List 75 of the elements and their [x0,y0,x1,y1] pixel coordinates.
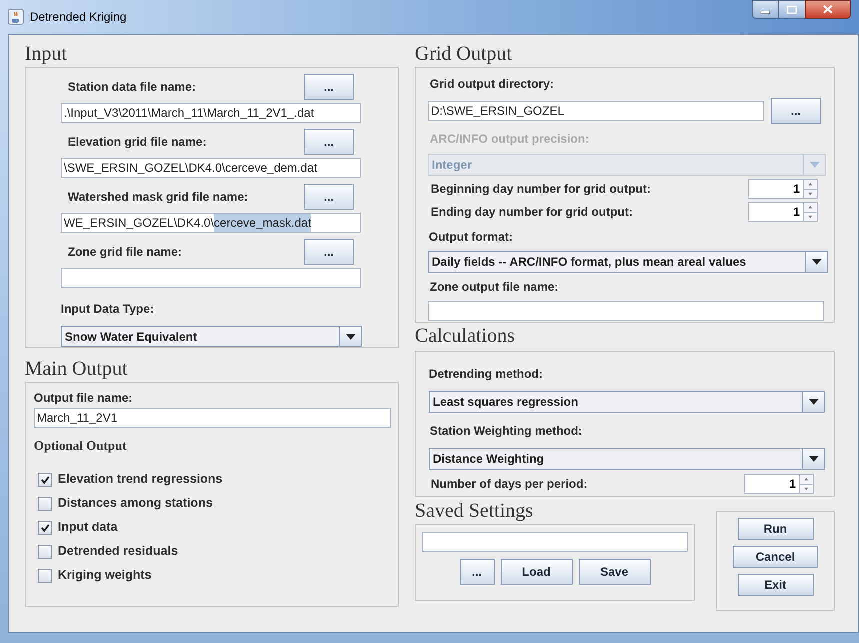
field-label: Ending day number for grid output: [431,204,633,221]
input-field[interactable]: .\Input_V3\2011\March_11\March_11_2V1_.dat [61,103,361,123]
field-label: Number of days per period: [431,476,588,493]
spin-up-icon[interactable] [800,475,813,484]
field-label: Detrending method: [429,367,543,381]
checkbox[interactable] [38,496,52,510]
action-button[interactable]: Exit [738,574,814,596]
maximize-icon [787,6,797,14]
input-field[interactable] [61,268,361,288]
checkbox-label: Kriging weights [58,567,152,584]
field-label: Output format: [429,230,513,244]
field-label: Zone grid file name: [68,244,182,258]
dropdown[interactable]: Snow Water Equivalent [61,326,362,347]
field-label: Grid output directory: [430,77,554,91]
section-heading: Input [25,43,68,65]
minimize-button[interactable] [752,0,779,19]
dropdown[interactable]: Daily fields -- ARC/INFO format, plus mean areal values [428,251,828,273]
number-spinner[interactable]: 1 [744,474,814,494]
caret-down-icon [810,162,820,168]
field-label: Elevation grid file name: [68,134,207,148]
spin-up-icon[interactable] [804,203,817,212]
java-cup-icon [8,9,24,25]
check-icon [40,476,50,484]
checkbox[interactable] [38,544,52,558]
browse-button[interactable]: ... [304,128,354,154]
settings-button[interactable]: Load [500,559,572,585]
number-spinner[interactable]: 1 [748,202,818,222]
input-field[interactable] [422,532,688,552]
checkbox[interactable] [38,568,52,582]
caret-down-icon [808,456,818,462]
browse-button[interactable]: ... [771,98,821,124]
section-heading: Calculations [415,325,516,347]
settings-button[interactable]: Save [578,559,650,585]
checkbox-label: Detrended residuals [58,543,178,560]
browse-button[interactable]: ... [304,238,354,264]
close-button[interactable] [805,0,851,19]
field-label: Station Weighting method: [430,424,582,438]
checkbox-label: Elevation trend regressions [58,471,223,488]
caret-down-icon [808,399,818,405]
check-icon [40,524,50,532]
section-heading: Grid Output [415,43,514,65]
minimize-icon [761,11,770,14]
maximize-button[interactable] [779,0,805,19]
dropdown[interactable]: Least squares regression [429,391,825,413]
window-title: Detrended Kriging [30,9,127,26]
field-label: Watershed mask grid file name: [68,190,248,204]
checkbox[interactable] [38,472,52,486]
action-button[interactable]: Run [738,518,814,540]
field-label: Zone output file name: [430,280,559,294]
spin-up-icon[interactable] [804,180,817,190]
subsection-heading: Optional Output [34,437,128,455]
field-label: Station data file name: [68,80,196,94]
checkbox[interactable] [38,520,52,534]
caret-down-icon [346,334,356,340]
number-spinner[interactable]: 1 [748,179,818,199]
browse-button[interactable]: ... [304,74,354,100]
action-button[interactable]: Cancel [733,546,818,568]
close-icon [823,5,833,14]
field-label: Beginning day number for grid output: [431,181,651,198]
browse-button[interactable]: ... [460,559,494,585]
field-label: Input Data Type: [61,302,154,316]
input-field[interactable]: D:\SWE_ERSIN_GOZEL [428,101,764,121]
field-label: ARC/INFO output precision: [430,132,590,146]
section-heading: Saved Settings [415,500,534,522]
checkbox-label: Distances among stations [58,495,213,512]
caret-down-icon [812,259,822,265]
input-field[interactable]: \SWE_ERSIN_GOZEL\DK4.0\cerceve_dem.dat [61,158,361,178]
section-heading: Main Output [25,358,129,380]
input-field[interactable]: March_11_2V1 [34,408,391,428]
input-field[interactable] [428,301,824,321]
input-field[interactable]: WE_ERSIN_GOZEL\DK4.0\cerceve_mask.dat [61,213,361,233]
dropdown[interactable]: Distance Weighting [429,448,825,470]
browse-button[interactable]: ... [304,184,354,210]
checkbox-label: Input data [58,519,118,536]
field-label: Output file name: [34,390,134,407]
